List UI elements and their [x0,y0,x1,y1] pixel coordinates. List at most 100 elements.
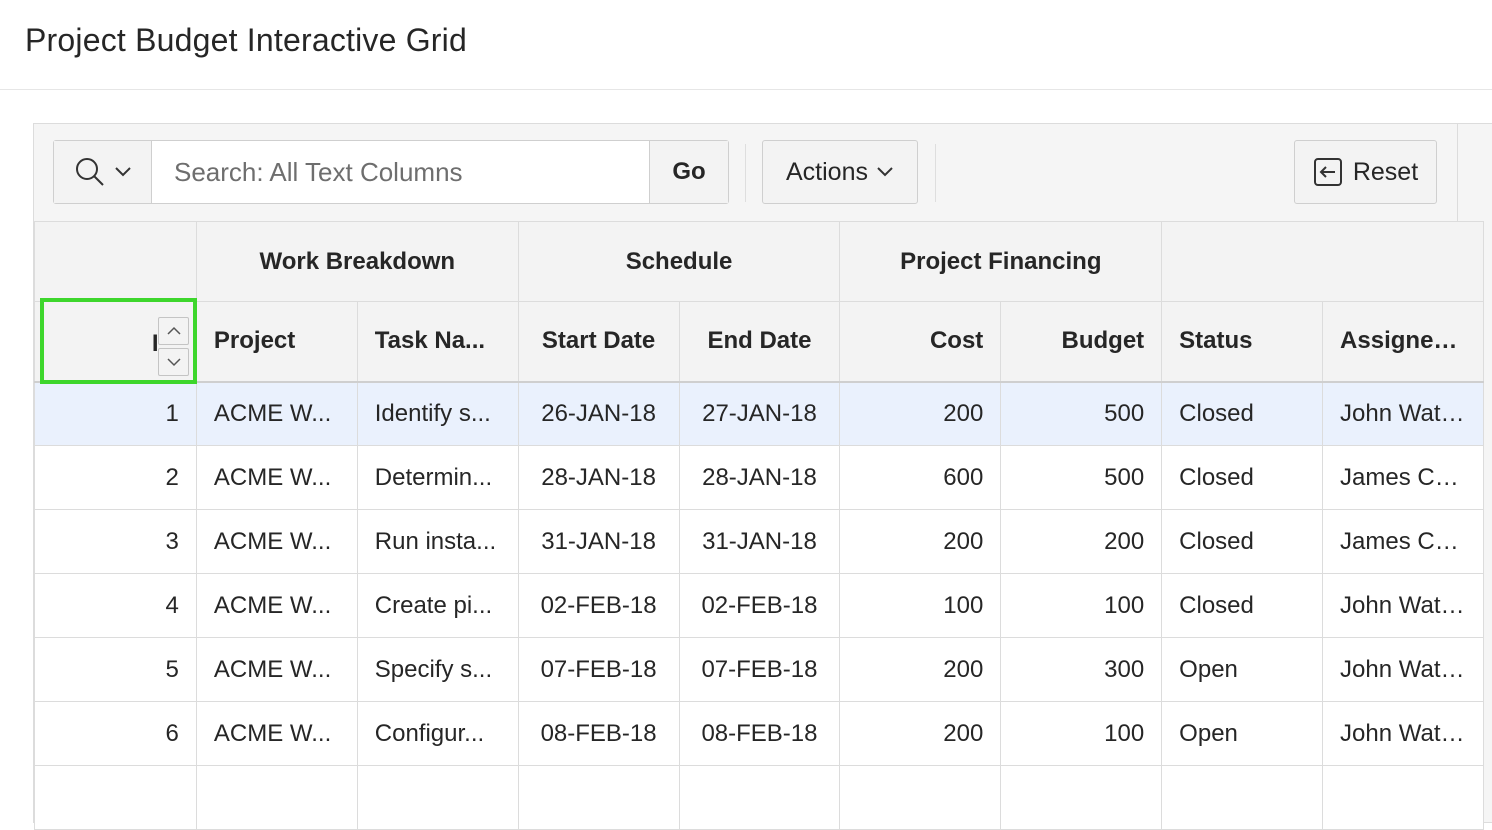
status-cell[interactable]: Closed [1161,573,1324,638]
cost-cell[interactable]: 200 [839,701,1002,766]
cost-cell[interactable]: 600 [839,445,1002,510]
project-cell[interactable]: ACME W... [195,381,358,446]
end-date-cell[interactable]: 02-FEB-18 [678,573,841,638]
cost-cell[interactable] [839,765,1002,830]
project-cell[interactable]: ACME W... [195,445,358,510]
toolbar-divider [745,144,746,202]
group-header-work-breakdown: Work Breakdown [195,221,519,302]
start-date-cell[interactable]: 26-JAN-18 [517,381,680,446]
row-number-cell[interactable] [34,765,197,830]
budget-cell[interactable]: 200 [1000,509,1163,574]
project-cell[interactable]: ACME W... [195,573,358,638]
cost-cell[interactable]: 200 [839,509,1002,574]
group-header-empty [1161,221,1484,302]
project-cell[interactable]: ACME W... [195,637,358,702]
task-name-cell[interactable]: Identify s... [356,381,519,446]
budget-cell[interactable] [1000,765,1163,830]
table-row[interactable]: 4 ACME W... Create pi... 02-FEB-18 02-FE… [34,573,1484,638]
task-name-cell[interactable] [356,765,519,830]
reset-button[interactable]: Reset [1294,140,1437,204]
grid-toolbar: Go Actions Reset [34,124,1458,221]
end-date-cell[interactable]: 08-FEB-18 [678,701,841,766]
actions-button[interactable]: Actions [762,140,918,204]
group-header-empty [34,221,197,302]
column-header-assigned-to[interactable]: Assigned... [1322,301,1484,383]
table-row[interactable] [34,765,1484,830]
end-date-cell[interactable] [678,765,841,830]
start-date-cell[interactable]: 08-FEB-18 [517,701,680,766]
assigned-to-cell[interactable]: John Wats... [1322,637,1484,702]
row-number-cell[interactable]: 5 [34,637,197,702]
task-name-cell[interactable]: Configur... [356,701,519,766]
start-date-cell[interactable] [517,765,680,830]
column-header-task-name[interactable]: Task Na... [356,301,519,383]
project-cell[interactable] [195,765,358,830]
row-number-cell[interactable]: 1 [34,381,197,446]
assigned-to-cell[interactable]: John Wats... [1322,573,1484,638]
interactive-grid-region: Go Actions Reset [33,123,1492,830]
task-name-cell[interactable]: Run insta... [356,509,519,574]
start-date-cell[interactable]: 07-FEB-18 [517,637,680,702]
project-cell[interactable]: ACME W... [195,701,358,766]
table-row[interactable]: 1 ACME W... Identify s... 26-JAN-18 27-J… [34,381,1484,446]
status-cell[interactable]: Open [1161,701,1324,766]
spinner-down-button[interactable] [158,348,189,376]
group-header-schedule: Schedule [517,221,841,302]
search-column-menu-button[interactable] [54,141,152,203]
column-header-start-date[interactable]: Start Date [517,301,680,383]
column-header-status[interactable]: Status [1161,301,1324,383]
cost-cell[interactable]: 200 [839,637,1002,702]
actions-label: Actions [786,157,868,186]
assigned-to-cell[interactable]: James Ca... [1322,445,1484,510]
status-cell[interactable]: Closed [1161,445,1324,510]
group-header-project-financing: Project Financing [839,221,1163,302]
row-header-label: I [152,330,158,358]
row-number-cell[interactable]: 6 [34,701,197,766]
row-number-spinner [158,317,189,379]
budget-cell[interactable]: 500 [1000,381,1163,446]
start-date-cell[interactable]: 31-JAN-18 [517,509,680,574]
table-row[interactable]: 5 ACME W... Specify s... 07-FEB-18 07-FE… [34,637,1484,702]
budget-cell[interactable]: 500 [1000,445,1163,510]
row-number-cell[interactable]: 2 [34,445,197,510]
cost-cell[interactable]: 100 [839,573,1002,638]
task-name-cell[interactable]: Create pi... [356,573,519,638]
end-date-cell[interactable]: 31-JAN-18 [678,509,841,574]
task-name-cell[interactable]: Determin... [356,445,519,510]
end-date-cell[interactable]: 28-JAN-18 [678,445,841,510]
end-date-cell[interactable]: 27-JAN-18 [678,381,841,446]
table-row[interactable]: 2 ACME W... Determin... 28-JAN-18 28-JAN… [34,445,1484,510]
search-input[interactable] [152,141,649,203]
budget-cell[interactable]: 100 [1000,573,1163,638]
start-date-cell[interactable]: 02-FEB-18 [517,573,680,638]
spinner-up-button[interactable] [158,317,189,345]
table-row[interactable]: 6 ACME W... Configur... 08-FEB-18 08-FEB… [34,701,1484,766]
status-cell[interactable]: Closed [1161,381,1324,446]
assigned-to-cell[interactable] [1322,765,1484,830]
assigned-to-cell[interactable]: John Wats... [1322,381,1484,446]
project-cell[interactable]: ACME W... [195,509,358,574]
go-button[interactable]: Go [649,141,728,203]
status-cell[interactable]: Closed [1161,509,1324,574]
cost-cell[interactable]: 200 [839,381,1002,446]
chevron-down-icon [114,167,131,177]
column-header-end-date[interactable]: End Date [678,301,841,383]
budget-cell[interactable]: 300 [1000,637,1163,702]
budget-cell[interactable]: 100 [1000,701,1163,766]
row-number-cell[interactable]: 4 [34,573,197,638]
start-date-cell[interactable]: 28-JAN-18 [517,445,680,510]
column-header-budget[interactable]: Budget [1000,301,1163,383]
status-cell[interactable] [1161,765,1324,830]
assigned-to-cell[interactable]: John Wats... [1322,701,1484,766]
status-cell[interactable]: Open [1161,637,1324,702]
chevron-down-icon [877,167,893,177]
assigned-to-cell[interactable]: James Ca... [1322,509,1484,574]
reset-icon [1313,158,1342,186]
end-date-cell[interactable]: 07-FEB-18 [678,637,841,702]
row-header-column[interactable]: I [34,301,197,383]
column-header-cost[interactable]: Cost [839,301,1002,383]
table-row[interactable]: 3 ACME W... Run insta... 31-JAN-18 31-JA… [34,509,1484,574]
row-number-cell[interactable]: 3 [34,509,197,574]
column-header-project[interactable]: Project [195,301,358,383]
task-name-cell[interactable]: Specify s... [356,637,519,702]
